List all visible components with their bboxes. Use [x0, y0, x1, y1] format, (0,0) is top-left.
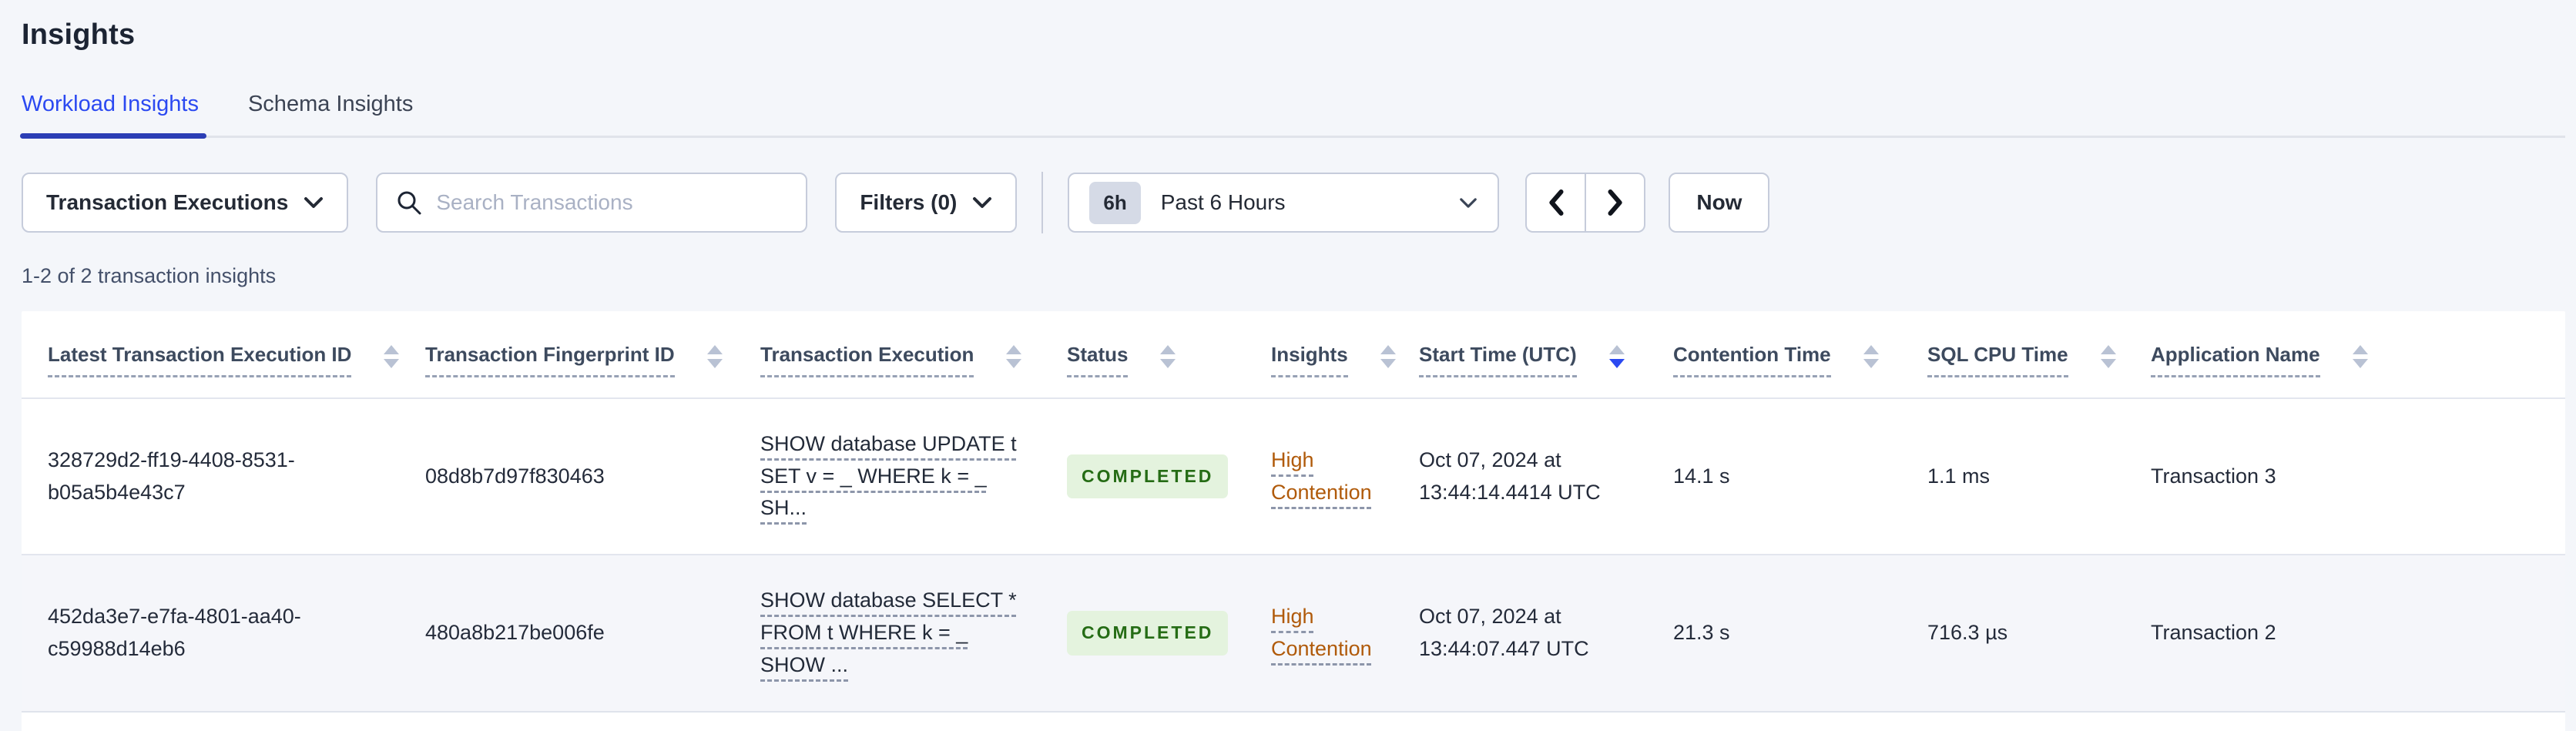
chevron-down-icon	[304, 196, 324, 209]
sort-icon[interactable]	[2352, 345, 2368, 368]
filters-label: Filters (0)	[860, 190, 958, 214]
chevron-left-icon	[1546, 188, 1566, 217]
cell-fingerprint-id: 08d8b7d97f830463	[407, 397, 742, 555]
cell-contention-time: 21.3 s	[1655, 554, 1909, 713]
time-next-button[interactable]	[1585, 173, 1646, 233]
column-header-fingerprint-id[interactable]: Transaction Fingerprint ID	[407, 311, 742, 398]
cell-insights: High Contention	[1253, 397, 1400, 555]
table-header-row: Latest Transaction Execution ID Transact…	[22, 311, 2565, 398]
cell-start-time: Oct 07, 2024 at 13:44:14.4414 UTC	[1400, 397, 1655, 555]
tab-workload-insights[interactable]: Workload Insights	[20, 92, 206, 139]
time-range-badge: 6h	[1089, 181, 1141, 224]
sort-icon[interactable]	[1863, 345, 1879, 368]
time-pager	[1525, 173, 1646, 233]
column-header-application-name[interactable]: Application Name	[2132, 311, 2565, 398]
report-type-label: Transaction Executions	[46, 190, 289, 214]
table-row: 452da3e7-e7fa-4801-aa40-c59988d14eb6 480…	[22, 554, 2565, 713]
cell-execution-id: 452da3e7-e7fa-4801-aa40-c59988d14eb6	[22, 554, 407, 713]
filters-dropdown[interactable]: Filters (0)	[835, 173, 1018, 233]
sort-icon[interactable]	[1006, 345, 1022, 368]
cell-transaction-execution: SHOW database UPDATE t SET v = _ WHERE k…	[742, 397, 1048, 555]
column-header-start-time[interactable]: Start Time (UTC)	[1400, 311, 1655, 398]
insight-link[interactable]: High Contention	[1271, 448, 1372, 504]
status-badge: COMPLETED	[1067, 454, 1229, 499]
column-header-latest-execution-id[interactable]: Latest Transaction Execution ID	[22, 311, 407, 398]
time-range-label: Past 6 Hours	[1160, 190, 1286, 214]
cell-start-time: Oct 07, 2024 at 13:44:07.447 UTC	[1400, 554, 1655, 713]
cell-execution-id: 328729d2-ff19-4408-8531-b05a5b4e43c7	[22, 397, 407, 555]
sort-icon[interactable]	[2100, 345, 2116, 368]
chevron-down-icon	[972, 196, 992, 209]
search-box	[376, 173, 808, 233]
insights-table: Latest Transaction Execution ID Transact…	[22, 311, 2565, 713]
status-badge: COMPLETED	[1067, 611, 1229, 656]
cell-application-name: Transaction 2	[2132, 554, 2565, 713]
cell-insights: High Contention	[1253, 554, 1400, 713]
column-header-sql-cpu-time[interactable]: SQL CPU Time	[1909, 311, 2132, 398]
insight-link[interactable]: High Contention	[1271, 605, 1372, 660]
now-button[interactable]: Now	[1669, 173, 1770, 233]
toolbar-divider	[1041, 172, 1044, 233]
cell-fingerprint-id: 480a8b217be006fe	[407, 554, 742, 713]
insights-table-card: Latest Transaction Execution ID Transact…	[22, 311, 2565, 731]
insights-page: Insights Workload Insights Schema Insigh…	[0, 0, 2576, 731]
cell-transaction-execution: SHOW database SELECT * FROM t WHERE k = …	[742, 554, 1048, 713]
sort-icon[interactable]	[384, 345, 400, 368]
chevron-right-icon	[1605, 188, 1625, 217]
report-type-dropdown[interactable]: Transaction Executions	[22, 173, 349, 233]
column-header-status[interactable]: Status	[1048, 311, 1253, 398]
sort-icon[interactable]	[1160, 345, 1176, 368]
chevron-down-icon	[1459, 197, 1478, 209]
cell-sql-cpu-time: 716.3 µs	[1909, 554, 2132, 713]
sort-icon[interactable]	[706, 345, 723, 368]
tabs: Workload Insights Schema Insights	[20, 92, 2565, 139]
column-header-insights[interactable]: Insights	[1253, 311, 1400, 398]
cell-sql-cpu-time: 1.1 ms	[1909, 397, 2132, 555]
column-header-transaction-execution[interactable]: Transaction Execution	[742, 311, 1048, 398]
tab-schema-insights[interactable]: Schema Insights	[248, 92, 413, 136]
search-input[interactable]	[436, 190, 788, 215]
time-prev-button[interactable]	[1525, 173, 1586, 233]
transaction-execution-link[interactable]: SHOW database SELECT * FROM t WHERE k = …	[760, 588, 1017, 676]
cell-contention-time: 14.1 s	[1655, 397, 1909, 555]
table-row: 328729d2-ff19-4408-8531-b05a5b4e43c7 08d…	[22, 397, 2565, 555]
toolbar: Transaction Executions Filters (0) 6h Pa…	[22, 172, 2565, 233]
time-range-dropdown[interactable]: 6h Past 6 Hours	[1068, 173, 1500, 233]
cell-status: COMPLETED	[1048, 554, 1253, 713]
cell-application-name: Transaction 3	[2132, 397, 2565, 555]
sort-icon-active-desc[interactable]	[1608, 345, 1625, 368]
cell-status: COMPLETED	[1048, 397, 1253, 555]
column-header-contention-time[interactable]: Contention Time	[1655, 311, 1909, 398]
table-footer-spacer	[22, 712, 2565, 731]
transaction-execution-link[interactable]: SHOW database UPDATE t SET v = _ WHERE k…	[760, 432, 1017, 520]
page-title: Insights	[22, 18, 136, 51]
results-count: 1-2 of 2 transaction insights	[22, 264, 277, 287]
sort-icon[interactable]	[1380, 345, 1396, 368]
search-icon	[396, 189, 422, 216]
